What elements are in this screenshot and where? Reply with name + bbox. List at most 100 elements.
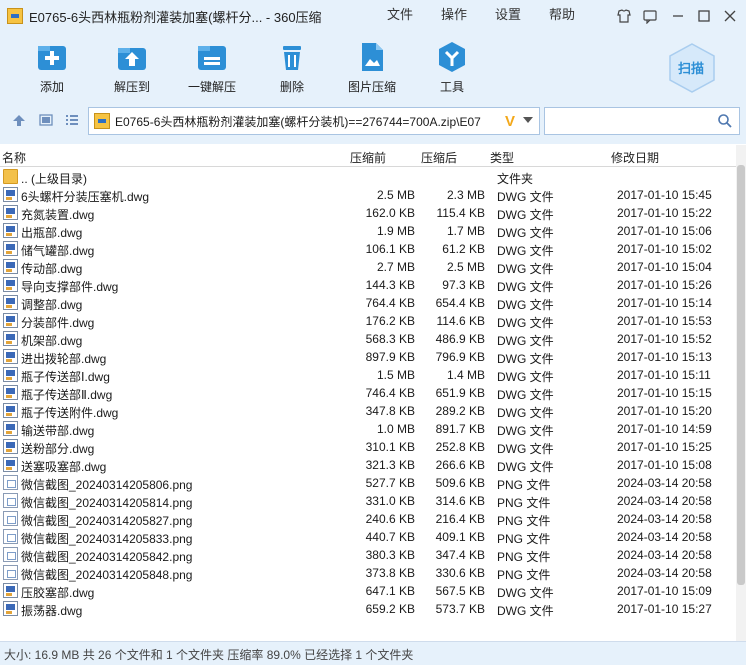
- file-size-before: 897.9 KB: [365, 350, 415, 364]
- file-row[interactable]: 压胶塞部.dwg 647.1 KB 567.5 KB DWG 文件 2017-01-10…: [0, 582, 746, 600]
- file-size-before: 106.1 KB: [365, 242, 415, 256]
- file-row[interactable]: 送粉部分.dwg 310.1 KB 252.8 KB DWG 文件 2017-01-10…: [0, 438, 746, 456]
- path-dropdown-icon[interactable]: [523, 117, 533, 123]
- extract-to-button[interactable]: 解压到: [96, 32, 168, 104]
- tools-button[interactable]: 工具: [416, 32, 488, 104]
- add-button[interactable]: 添加: [16, 32, 88, 104]
- file-name: 6头螺杆分装压塞机.dwg: [21, 190, 150, 204]
- file-size-before: 162.0 KB: [365, 206, 415, 220]
- file-row[interactable]: 输送带部.dwg 1.0 MB 891.7 KB DWG 文件 2017-01-10 1…: [0, 420, 746, 438]
- file-type: DWG 文件: [497, 460, 554, 474]
- file-size-after: 567.5 KB: [435, 584, 485, 598]
- file-size-after: 252.8 KB: [435, 440, 485, 454]
- dwg-file-icon: [3, 259, 18, 274]
- file-name: 输送带部.dwg: [21, 424, 95, 438]
- file-name: 传动部.dwg: [21, 262, 83, 276]
- file-size-after: 651.9 KB: [435, 386, 485, 400]
- file-row[interactable]: 出瓶部.dwg 1.9 MB 1.7 MB DWG 文件 2017-01-10 15:0…: [0, 222, 746, 240]
- close-icon[interactable]: [720, 6, 740, 26]
- file-name: 充氮装置.dwg: [21, 208, 95, 222]
- file-name: 微信截图_20240314205833.png: [21, 532, 193, 546]
- file-size-before: 2.7 MB: [376, 260, 415, 274]
- file-modified: 2017-01-10 15:53: [617, 314, 712, 328]
- thumbnail-view-icon[interactable]: [37, 111, 55, 129]
- file-type: DWG 文件: [497, 208, 554, 222]
- dwg-file-icon: [3, 385, 18, 400]
- dwg-file-icon: [3, 367, 18, 382]
- file-row[interactable]: 振荡器.dwg 659.2 KB 573.7 KB DWG 文件 2017-01-10 …: [0, 600, 746, 618]
- file-type: PNG 文件: [497, 568, 551, 582]
- file-row[interactable]: 送塞吸塞部.dwg 321.3 KB 266.6 KB DWG 文件 2017-01-1…: [0, 456, 746, 474]
- menu-file[interactable]: 文件: [387, 0, 413, 32]
- file-type: DWG 文件: [497, 298, 554, 312]
- file-row[interactable]: 6头螺杆分装压塞机.dwg 2.5 MB 2.3 MB DWG 文件 2017-01-1…: [0, 186, 746, 204]
- file-row[interactable]: 分装部件.dwg 176.2 KB 114.6 KB DWG 文件 2017-01-10…: [0, 312, 746, 330]
- file-name: 微信截图_20240314205848.png: [21, 568, 193, 582]
- add-icon: [35, 40, 69, 74]
- search-icon[interactable]: [717, 113, 733, 132]
- file-type: PNG 文件: [497, 478, 551, 492]
- v-check-icon: V: [505, 112, 516, 130]
- col-compressed-before[interactable]: 压缩前: [350, 149, 386, 166]
- file-type: DWG 文件: [497, 586, 554, 600]
- skin-icon[interactable]: [614, 6, 634, 26]
- status-bar: 大小: 16.9 MB 共 26 个文件和 1 个文件夹 压缩率 89.0% 已…: [0, 641, 746, 665]
- dwg-file-icon: [3, 331, 18, 346]
- col-name[interactable]: 名称: [2, 149, 26, 166]
- scrollbar-thumb[interactable]: [737, 165, 745, 585]
- file-row[interactable]: 储气罐部.dwg 106.1 KB 61.2 KB DWG 文件 2017-01-10 …: [0, 240, 746, 258]
- maximize-icon[interactable]: [694, 6, 714, 26]
- png-file-icon: [3, 475, 18, 490]
- file-row[interactable]: .. (上级目录) 文件夹: [0, 168, 746, 186]
- file-type: PNG 文件: [497, 550, 551, 564]
- file-size-before: 1.5 MB: [376, 368, 415, 382]
- file-size-before: 647.1 KB: [365, 584, 415, 598]
- file-row[interactable]: 瓶子传送附件.dwg 347.8 KB 289.2 KB DWG 文件 2017-01-…: [0, 402, 746, 420]
- list-view-icon[interactable]: [63, 111, 81, 129]
- file-type: DWG 文件: [497, 316, 554, 330]
- file-modified: 2017-01-10 15:08: [617, 458, 712, 472]
- file-row[interactable]: 微信截图_20240314205842.png 380.3 KB 347.4 KB P…: [0, 546, 746, 564]
- chat-icon[interactable]: [640, 6, 660, 26]
- file-name: 微信截图_20240314205806.png: [21, 478, 193, 492]
- file-size-before: 2.5 MB: [376, 188, 415, 202]
- delete-button[interactable]: 删除: [256, 32, 328, 104]
- menu-settings[interactable]: 设置: [495, 0, 521, 32]
- dwg-file-icon: [3, 205, 18, 220]
- file-type: DWG 文件: [497, 280, 554, 294]
- menu-help[interactable]: 帮助: [549, 0, 575, 32]
- col-type[interactable]: 类型: [490, 149, 514, 166]
- dwg-file-icon: [3, 601, 18, 616]
- vertical-scrollbar[interactable]: [736, 145, 746, 641]
- search-field[interactable]: [544, 107, 740, 135]
- menu-operate[interactable]: 操作: [441, 0, 467, 32]
- tools-icon: [435, 40, 469, 74]
- one-click-extract-button[interactable]: 一键解压: [176, 32, 248, 104]
- path-field[interactable]: E0765-6头西林瓶粉剂灌装加塞(螺杆分装机)==276744=700A.zi…: [88, 107, 540, 135]
- file-type: PNG 文件: [497, 514, 551, 528]
- file-row[interactable]: 调整部.dwg 764.4 KB 654.4 KB DWG 文件 2017-01-10 …: [0, 294, 746, 312]
- file-name: 分装部件.dwg: [21, 316, 95, 330]
- col-modified[interactable]: 修改日期: [611, 149, 659, 166]
- minimize-icon[interactable]: [668, 6, 688, 26]
- file-modified: 2017-01-10 15:04: [617, 260, 712, 274]
- file-row[interactable]: 微信截图_20240314205806.png 527.7 KB 509.6 KB P…: [0, 474, 746, 492]
- file-row[interactable]: 微信截图_20240314205848.png 373.8 KB 330.6 KB P…: [0, 564, 746, 582]
- dwg-file-icon: [3, 457, 18, 472]
- up-arrow-icon[interactable]: [10, 111, 28, 129]
- file-row[interactable]: 瓶子传送部Ⅱ.dwg 746.4 KB 651.9 KB DWG 文件 2017-01-…: [0, 384, 746, 402]
- file-row[interactable]: 进出拨轮部.dwg 897.9 KB 796.9 KB DWG 文件 2017-01-1…: [0, 348, 746, 366]
- file-row[interactable]: 充氮装置.dwg 162.0 KB 115.4 KB DWG 文件 2017-01-10…: [0, 204, 746, 222]
- file-size-before: 527.7 KB: [365, 476, 415, 490]
- file-row[interactable]: 瓶子传送部Ⅰ.dwg 1.5 MB 1.4 MB DWG 文件 2017-01-10 1…: [0, 366, 746, 384]
- scan-button[interactable]: 扫描: [666, 42, 718, 94]
- png-file-icon: [3, 529, 18, 544]
- image-compress-button[interactable]: 图片压缩: [336, 32, 408, 104]
- file-row[interactable]: 微信截图_20240314205814.png 331.0 KB 314.6 KB P…: [0, 492, 746, 510]
- file-row[interactable]: 导向支撑部件.dwg 144.3 KB 97.3 KB DWG 文件 2017-01-1…: [0, 276, 746, 294]
- file-row[interactable]: 传动部.dwg 2.7 MB 2.5 MB DWG 文件 2017-01-10 15:0…: [0, 258, 746, 276]
- col-compressed-after[interactable]: 压缩后: [421, 149, 457, 166]
- file-row[interactable]: 微信截图_20240314205827.png 240.6 KB 216.4 KB P…: [0, 510, 746, 528]
- file-row[interactable]: 机架部.dwg 568.3 KB 486.9 KB DWG 文件 2017-01-10 …: [0, 330, 746, 348]
- file-row[interactable]: 微信截图_20240314205833.png 440.7 KB 409.1 KB P…: [0, 528, 746, 546]
